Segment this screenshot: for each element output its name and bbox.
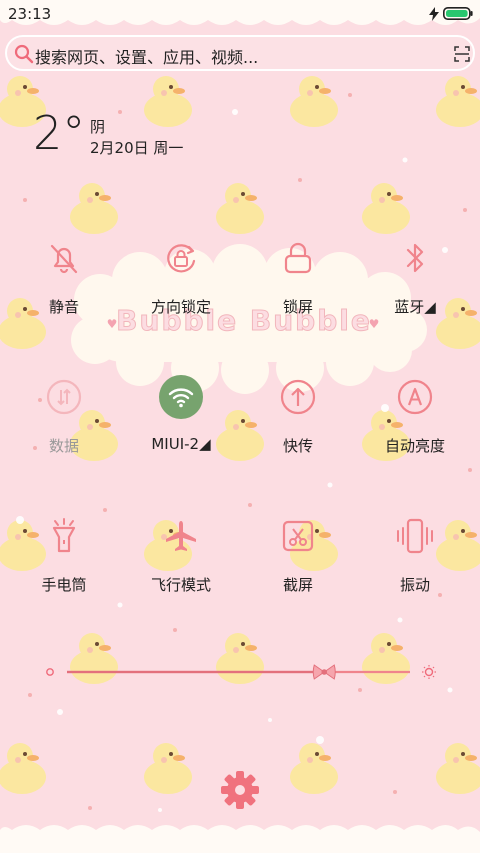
mobile-data-icon [46,379,82,415]
wifi-icon [168,388,194,408]
bolt-icon [429,7,439,21]
toggle-label: 蓝牙◢ [394,298,436,316]
toggle-label: 静音 [48,298,79,316]
auto-brightness-icon [397,379,433,415]
search-icon [14,44,34,64]
status-bar: 23:13 [0,0,480,28]
weather-temperature: 2° [33,106,86,160]
toggle-label: 方向锁定 [150,298,211,316]
search-bar[interactable]: 搜索网页、设置、应用、视频... [5,35,475,71]
screenshot-icon [282,520,314,552]
toggle-label: MIUI-2◢ [151,435,211,453]
toggle-label: 手电筒 [41,576,87,594]
brightness-slider[interactable] [40,658,440,686]
toggle-airplane-mode[interactable]: 飞行模式 [121,514,241,595]
toggle-quick-transfer[interactable]: 快传 [238,375,358,456]
transfer-icon [280,379,316,415]
lock-icon [284,242,312,274]
toggle-vibrate[interactable]: 振动 [355,514,475,595]
bow-icon[interactable] [312,664,336,680]
brightness-low-icon [46,668,54,676]
toggle-screenshot[interactable]: 截屏 [238,514,358,595]
wifi-active-circle [159,375,203,419]
rotation-lock-icon [167,244,196,273]
brightness-high-icon [422,665,436,679]
toggle-label: 数据 [48,437,79,455]
search-input[interactable]: 搜索网页、设置、应用、视频... [35,44,258,68]
svg-text:♥: ♥ [369,317,380,331]
toggle-wifi[interactable]: MIUI-2◢ [121,375,241,453]
bluetooth-icon [406,243,424,273]
bell-off-icon [50,244,78,274]
toggle-label: 飞行模式 [150,576,211,594]
toggle-label: 快传 [282,437,313,455]
svg-text:♥: ♥ [107,317,118,331]
toggle-label: 截屏 [282,576,313,594]
toggle-label: 振动 [399,576,430,594]
status-time: 23:13 [8,5,52,23]
battery-icon [443,7,473,20]
gear-icon[interactable] [219,769,261,811]
toggle-auto-brightness[interactable]: 自动亮度 [355,375,475,456]
toggle-silent[interactable]: 静音 [4,236,124,317]
toggle-rotation-lock[interactable]: 方向锁定 [121,236,241,317]
weather-condition: 阴 [90,118,106,136]
airplane-icon [166,521,196,551]
toggle-bluetooth[interactable]: 蓝牙◢ [355,236,475,317]
vibrate-icon [397,518,433,554]
flashlight-icon [52,518,76,553]
scan-icon[interactable] [454,46,470,62]
toggle-mobile-data[interactable]: 数据 [4,375,124,456]
toggle-label: 锁屏 [282,298,313,316]
toggle-lock-screen[interactable]: 锁屏 [238,236,358,317]
toggle-label: 自动亮度 [384,437,445,455]
weather-date: 2月20日 周一 [90,139,184,157]
toggle-flashlight[interactable]: 手电筒 [4,514,124,595]
